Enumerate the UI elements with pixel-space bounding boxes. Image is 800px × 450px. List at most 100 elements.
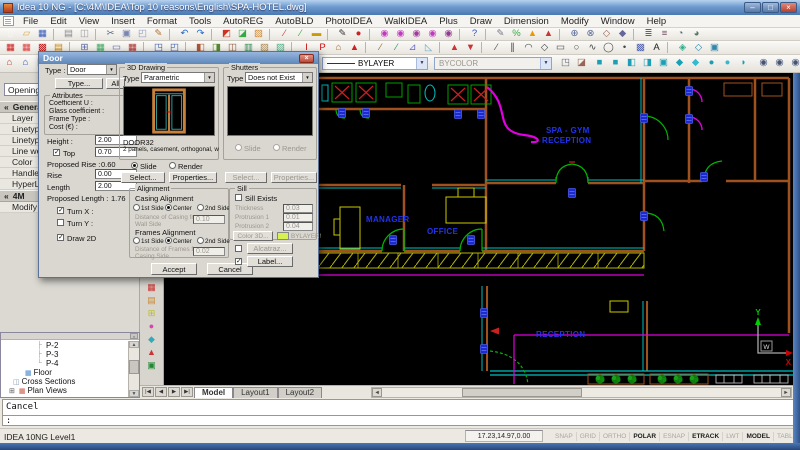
collapse-chevron-icon[interactable]: « (4, 102, 9, 112)
toolbar-icon[interactable]: ◠ (521, 42, 536, 54)
toolbar-icon[interactable] (365, 42, 370, 53)
tree-item[interactable]: ├P-2 (1, 341, 128, 350)
toolbar-icon[interactable]: ◈ (675, 42, 690, 54)
frames-2nd-radio[interactable] (197, 237, 204, 244)
render-radio[interactable] (169, 162, 176, 169)
tree-item[interactable]: ⊞▦Plan Views (1, 386, 128, 395)
sill-color-swatch[interactable] (277, 232, 289, 240)
toolbar-icon[interactable]: ∕ (293, 28, 308, 40)
sill-protrusion2-field[interactable] (283, 222, 313, 231)
toolbar-icon[interactable]: ▦ (3, 42, 18, 54)
status-toggle[interactable]: ESNAP (660, 432, 689, 441)
toolbar-icon[interactable] (559, 29, 564, 40)
toolbar-icon[interactable]: ? (467, 28, 482, 40)
shutters-slide-radio[interactable] (235, 144, 242, 151)
dist-casing-field[interactable] (193, 215, 225, 224)
alcatraz-checkbox[interactable] (235, 245, 242, 252)
status-toggle[interactable]: SNAP (552, 432, 577, 441)
toolbar-icon[interactable]: ◉ (377, 28, 392, 40)
status-toggle[interactable]: MODEL (743, 432, 773, 441)
toolbar-icon[interactable]: ▤ (61, 28, 76, 40)
toolbar-icon[interactable]: ▦ (35, 28, 50, 40)
toolbar-icon[interactable]: ◕ (689, 28, 704, 40)
toolbar-icon[interactable] (481, 42, 486, 53)
tree-item[interactable]: ├P-3 (1, 350, 128, 359)
type-button[interactable]: Type... (55, 78, 103, 89)
menu-item[interactable]: Tools (183, 16, 217, 27)
properties-3d-button[interactable]: Properties... (169, 172, 217, 183)
toolbar-icon[interactable] (169, 29, 174, 40)
tree-scrollbar[interactable]: ▲ ▼ (128, 341, 139, 397)
toolbar-icon[interactable]: • (617, 42, 632, 54)
toolbar-icon[interactable]: ∿ (585, 42, 600, 54)
layout-tab[interactable]: Layout1 (233, 387, 277, 398)
toolbar-icon[interactable]: ◆ (615, 28, 630, 40)
view-3d-icon[interactable]: ■ (608, 57, 623, 69)
toolbar-icon[interactable]: ✂ (103, 28, 118, 40)
menu-item[interactable]: PhotoIDEA (319, 16, 378, 27)
turn-x-checkbox[interactable] (57, 207, 64, 214)
toolbar-icon[interactable] (327, 29, 332, 40)
view-3d-icon[interactable]: ◨ (640, 57, 655, 69)
door-type-combo[interactable]: Door ▼ (67, 64, 117, 75)
toolbar-icon[interactable]: ▤ (145, 295, 159, 306)
shutters-render-radio[interactable] (273, 144, 280, 151)
casing-2nd-radio[interactable] (197, 204, 204, 211)
view-3d-icon[interactable]: ■ (592, 57, 607, 69)
toolbar-icon[interactable]: ∕ (389, 42, 404, 54)
toolbar-icon[interactable]: ● (145, 321, 159, 332)
status-toggle[interactable]: LWT (723, 432, 743, 441)
chevron-down-icon[interactable]: ▼ (416, 58, 427, 69)
menu-item[interactable]: AutoBLD (269, 16, 319, 27)
titlebar[interactable]: Idea 10 NG - [C:\4M\IDEA\Top 10 reasons\… (0, 0, 800, 15)
toolbar-icon[interactable]: ⊞ (145, 308, 159, 319)
menu-item[interactable]: Modify (555, 16, 595, 27)
menu-item[interactable]: File (17, 16, 44, 27)
shutters-type-combo[interactable]: Does not Exist ▼ (245, 72, 313, 83)
toolbar-icon[interactable]: ◉ (425, 28, 440, 40)
toolbar-icon[interactable]: ✎ (151, 28, 166, 40)
toolbar-icon[interactable]: ∕ (489, 42, 504, 54)
toolbar-icon[interactable] (53, 29, 58, 40)
view-3d-icon[interactable]: ◧ (624, 57, 639, 69)
view-3d-icon[interactable]: ◗ (736, 57, 751, 69)
sill-thickness-field[interactable] (283, 204, 313, 213)
frames-1st-radio[interactable] (133, 237, 140, 244)
caption-button[interactable]: × (780, 2, 797, 13)
menu-item[interactable]: Edit (44, 16, 72, 27)
label-checkbox[interactable] (235, 258, 242, 265)
toolbar-icon[interactable]: ▣ (707, 42, 722, 54)
toolbar-icon[interactable]: ▨ (251, 28, 266, 40)
command-input[interactable]: : (2, 415, 798, 426)
toolbar-icon[interactable]: ◯ (601, 42, 616, 54)
menu-item[interactable]: Dimension (498, 16, 555, 27)
zoom-icon[interactable]: ◉ (788, 57, 800, 69)
toolbar-icon[interactable] (633, 29, 638, 40)
select-3d-button[interactable]: Select... (121, 172, 165, 183)
draw-2d-checkbox[interactable] (57, 234, 64, 241)
toolbar-icon[interactable]: ◳ (558, 57, 573, 69)
view-3d-icon[interactable]: ◆ (672, 57, 687, 69)
layout-tab[interactable]: Model (194, 387, 233, 398)
toolbar-icon[interactable]: ⊕ (567, 28, 582, 40)
toolbar-icon[interactable]: ∕ (373, 42, 388, 54)
toolbar-icon[interactable] (485, 29, 490, 40)
toolbar-icon[interactable]: ▲ (541, 28, 556, 40)
toolbar-icon[interactable]: ◆ (145, 334, 159, 345)
toolbar-icon[interactable]: ▦ (19, 42, 34, 54)
status-toggle[interactable]: ORTHO (600, 432, 630, 441)
sill-exists-checkbox[interactable] (235, 194, 242, 201)
toolbar-icon[interactable]: ◉ (409, 28, 424, 40)
toolbar-icon[interactable]: ● (351, 28, 366, 40)
status-toggle[interactable]: POLAR (630, 432, 660, 441)
turn-y-checkbox[interactable] (57, 219, 64, 226)
toolbar-icon[interactable]: ✎ (335, 28, 350, 40)
toolbar-icon[interactable]: ▦ (145, 282, 159, 293)
sill-protrusion1-field[interactable] (283, 213, 313, 222)
toolbar-icon[interactable]: ▩ (633, 42, 648, 54)
menu-item[interactable]: Draw (464, 16, 498, 27)
toolbar-icon[interactable]: ≣ (641, 28, 656, 40)
status-toggle[interactable]: ETRACK (689, 432, 723, 441)
tab-nav-button[interactable]: ▶ (168, 387, 180, 397)
menu-item[interactable]: View (73, 16, 105, 27)
